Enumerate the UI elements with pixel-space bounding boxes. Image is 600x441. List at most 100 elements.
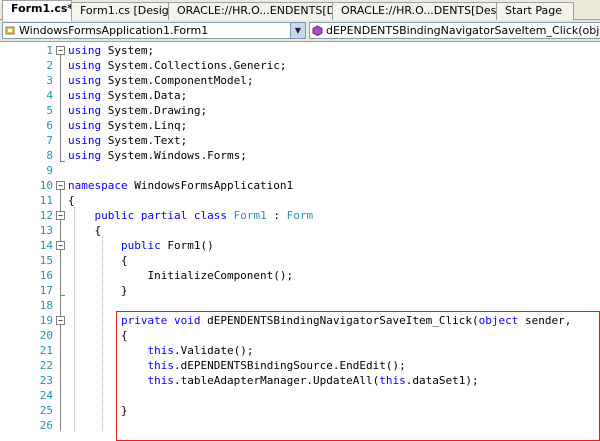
- line-number: 8: [46, 149, 53, 162]
- collapse-toggle-icon[interactable]: −: [56, 181, 65, 190]
- tab-form1-design[interactable]: Form1.cs [Design]*: [71, 2, 169, 20]
- code-text: using System.Windows.Forms;: [68, 148, 247, 163]
- code-token: System.Windows.Forms;: [101, 149, 247, 162]
- class-icon: [5, 26, 15, 35]
- line-number: 7: [46, 134, 53, 147]
- code-text: using System;: [68, 43, 154, 58]
- type-token: Form: [286, 209, 314, 222]
- code-line[interactable]: 7 using System.Text;: [0, 133, 600, 148]
- code-line[interactable]: 11 {: [0, 193, 600, 208]
- code-line[interactable]: 13 {: [0, 223, 600, 238]
- line-number: 25: [39, 404, 53, 417]
- keyword-token: using: [68, 59, 102, 72]
- collapse-toggle-icon[interactable]: −: [56, 211, 65, 220]
- code-line[interactable]: 5 using System.Drawing;: [0, 103, 600, 118]
- line-number: 18: [39, 299, 53, 312]
- code-text: public partial class Form1 : Form: [68, 208, 314, 223]
- code-token: }: [68, 284, 128, 297]
- keyword-token: public: [94, 209, 135, 222]
- type-token: Form1: [233, 209, 267, 222]
- tab-form1-cs[interactable]: Form1.cs*: [2, 0, 72, 21]
- code-line[interactable]: 12− public partial class Form1 : Form: [0, 208, 600, 223]
- keyword-token: using: [68, 149, 102, 162]
- code-token: WindowsFormsApplication1: [127, 179, 294, 192]
- line-number: 15: [39, 254, 53, 267]
- chevron-down-icon[interactable]: ▼: [290, 23, 305, 38]
- line-number: 1: [46, 44, 53, 57]
- method-icon: [312, 25, 323, 36]
- code-text: }: [68, 283, 128, 298]
- class-combo[interactable]: WindowsFormsApplication1.Form1 ▼: [2, 22, 306, 39]
- keyword-token: using: [68, 119, 102, 132]
- line-number: 3: [46, 74, 53, 87]
- code-line[interactable]: 8 using System.Windows.Forms;: [0, 148, 600, 163]
- code-editor[interactable]: 1− using System; 2 using System.Collections…: [0, 42, 600, 441]
- keyword-token: using: [68, 104, 102, 117]
- code-line[interactable]: 9: [0, 163, 600, 178]
- line-number: 4: [46, 89, 53, 102]
- code-line[interactable]: 15 {: [0, 253, 600, 268]
- document-tab-bar: Form1.cs* Form1.cs [Design]* ORACLE://HR…: [0, 0, 600, 21]
- keyword-token: using: [68, 44, 102, 57]
- line-number: 14: [39, 239, 53, 252]
- code-line[interactable]: 10− namespace WindowsFormsApplication1: [0, 178, 600, 193]
- code-text: InitializeComponent();: [68, 268, 293, 283]
- line-number: 24: [39, 389, 53, 402]
- collapse-toggle-icon[interactable]: −: [56, 46, 65, 55]
- code-text: {: [68, 253, 128, 268]
- line-number: 6: [46, 119, 53, 132]
- line-number: 17: [39, 284, 53, 297]
- line-number: 11: [39, 194, 53, 207]
- line-number: 5: [46, 104, 53, 117]
- tab-start-page[interactable]: Start Page: [496, 2, 574, 20]
- code-line[interactable]: 17 }: [0, 283, 600, 298]
- code-token: :: [266, 209, 287, 222]
- code-token: System.Collections.Generic;: [101, 59, 287, 72]
- code-text: using System.ComponentModel;: [68, 73, 253, 88]
- code-line[interactable]: 1− using System;: [0, 43, 600, 58]
- keyword-token: namespace: [68, 179, 128, 192]
- code-text: using System.Collections.Generic;: [68, 58, 287, 73]
- code-line[interactable]: 4 using System.Data;: [0, 88, 600, 103]
- class-combo-value: WindowsFormsApplication1.Form1: [19, 24, 209, 37]
- line-number: 16: [39, 269, 53, 282]
- keyword-token: public: [120, 239, 161, 252]
- line-number: 20: [39, 329, 53, 342]
- line-number: 21: [39, 344, 53, 357]
- code-token: {: [68, 194, 75, 207]
- highlight-box: [116, 311, 600, 441]
- code-line[interactable]: 3 using System.ComponentModel;: [0, 73, 600, 88]
- code-token: System;: [101, 44, 155, 57]
- member-combo[interactable]: dEPENDENTSBindingNavigatorSaveItem_Click…: [309, 22, 600, 39]
- line-number: 19: [39, 314, 53, 327]
- code-text: using System.Linq;: [68, 118, 187, 133]
- member-combo-value: dEPENDENTSBindingNavigatorSaveItem_Click…: [326, 24, 600, 37]
- code-token: System.Data;: [101, 89, 188, 102]
- tab-oracle-data[interactable]: ORACLE://HR.O...ENDENTS[Data]: [168, 2, 333, 20]
- code-line[interactable]: 14− public Form1(): [0, 238, 600, 253]
- line-number: 12: [39, 209, 53, 222]
- collapse-toggle-icon[interactable]: −: [56, 241, 65, 250]
- collapse-toggle-icon[interactable]: −: [56, 316, 65, 325]
- line-number: 2: [46, 59, 53, 72]
- line-number: 22: [39, 359, 53, 372]
- code-line[interactable]: 6 using System.Linq;: [0, 118, 600, 133]
- code-line[interactable]: 16 InitializeComponent();: [0, 268, 600, 283]
- tab-oracle-design[interactable]: ORACLE://HR.O...DENTS[Design]: [332, 2, 497, 20]
- line-number: 10: [39, 179, 53, 192]
- code-token: {: [68, 224, 102, 237]
- code-token: Form1(): [160, 239, 214, 252]
- code-text: {: [68, 193, 75, 208]
- code-token: {: [68, 254, 128, 267]
- code-token: InitializeComponent();: [68, 269, 294, 282]
- code-token: System.Drawing;: [101, 104, 208, 117]
- code-text: {: [68, 223, 101, 238]
- code-token: System.Linq;: [101, 119, 188, 132]
- code-line[interactable]: 2 using System.Collections.Generic;: [0, 58, 600, 73]
